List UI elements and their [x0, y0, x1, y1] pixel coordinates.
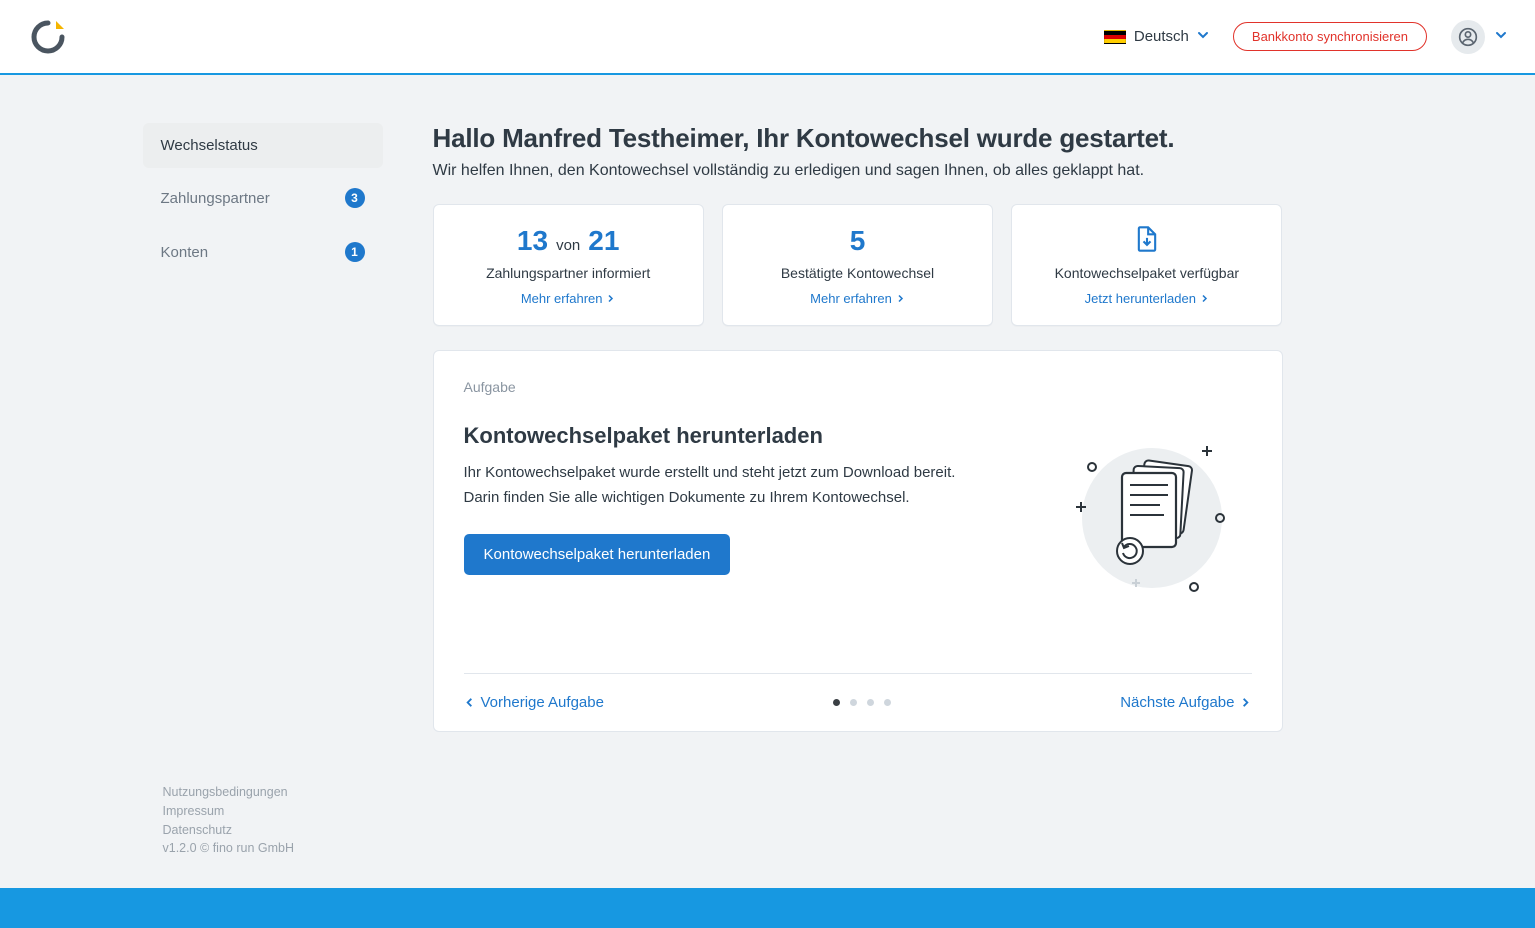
dot-1[interactable]: [833, 699, 840, 706]
stat-card-confirmed: 5 Bestätigte Kontowechsel Mehr erfahren: [722, 204, 993, 326]
page-subtitle: Wir helfen Ihnen, den Kontowechsel volls…: [433, 162, 1283, 180]
chevron-down-icon: [1495, 28, 1507, 45]
main-content: Hallo Manfred Testheimer, Ihr Kontowechs…: [433, 123, 1283, 732]
page-title: Hallo Manfred Testheimer, Ihr Kontowechs…: [433, 123, 1283, 154]
task-nav: Vorherige Aufgabe Nächste Aufgabe: [464, 673, 1252, 711]
task-title: Kontowechselpaket herunterladen: [464, 423, 1012, 449]
stat-label: Kontowechselpaket verfügbar: [1022, 265, 1271, 281]
stat-number: 5: [850, 225, 866, 257]
task-pagination-dots: [833, 699, 891, 706]
avatar: [1451, 20, 1485, 54]
stat-of-word: von: [556, 237, 580, 254]
flag-de-icon: [1104, 30, 1126, 44]
chevron-right-icon: [1240, 697, 1251, 708]
link-terms[interactable]: Nutzungsbedingungen: [163, 783, 383, 802]
task-desc-2: Darin finden Sie alle wichtigen Dokument…: [464, 486, 1012, 509]
task-desc-1: Ihr Kontowechselpaket wurde erstellt und…: [464, 461, 1012, 484]
sidebar-item-wechselstatus[interactable]: Wechselstatus: [143, 123, 383, 168]
link-privacy[interactable]: Datenschutz: [163, 821, 383, 840]
language-label: Deutsch: [1134, 28, 1189, 45]
stat-link-download[interactable]: Jetzt herunterladen: [1085, 291, 1209, 306]
task-card: Aufgabe Kontowechselpaket herunterladen …: [433, 350, 1283, 732]
logo: [28, 17, 68, 57]
chevron-right-icon: [896, 294, 905, 303]
stat-card-package: Kontowechselpaket verfügbar Jetzt herunt…: [1011, 204, 1282, 326]
version-text: v1.2.0 © fino run GmbH: [163, 839, 383, 858]
dot-4[interactable]: [884, 699, 891, 706]
stat-label: Zahlungspartner informiert: [444, 265, 693, 281]
stat-label: Bestätigte Kontowechsel: [733, 265, 982, 281]
topbar: Deutsch Bankkonto synchronisieren: [0, 0, 1535, 75]
task-section-label: Aufgabe: [464, 379, 1252, 395]
chevron-left-icon: [464, 697, 475, 708]
chevron-right-icon: [606, 294, 615, 303]
sidebar: Wechselstatus Zahlungspartner 3 Konten 1: [143, 123, 383, 363]
stat-card-partners-informed: 13 von 21 Zahlungspartner informiert Meh…: [433, 204, 704, 326]
sidebar-badge: 1: [345, 242, 365, 262]
language-selector[interactable]: Deutsch: [1104, 28, 1209, 45]
sidebar-item-zahlungspartner[interactable]: Zahlungspartner 3: [143, 174, 383, 222]
footer-bar: [0, 888, 1535, 928]
dot-2[interactable]: [850, 699, 857, 706]
chevron-down-icon: [1197, 28, 1209, 45]
stat-link-more[interactable]: Mehr erfahren: [521, 291, 616, 306]
documents-illustration: [1052, 423, 1252, 613]
chevron-right-icon: [1200, 294, 1209, 303]
download-package-button[interactable]: Kontowechselpaket herunterladen: [464, 534, 731, 575]
stat-number-total: 21: [588, 225, 619, 257]
download-file-icon: [1022, 225, 1271, 257]
prev-task-button[interactable]: Vorherige Aufgabe: [464, 694, 604, 711]
sidebar-item-konten[interactable]: Konten 1: [143, 228, 383, 276]
link-imprint[interactable]: Impressum: [163, 802, 383, 821]
sidebar-item-label: Konten: [161, 244, 209, 261]
next-task-button[interactable]: Nächste Aufgabe: [1120, 694, 1251, 711]
user-menu[interactable]: [1451, 20, 1507, 54]
stats-row: 13 von 21 Zahlungspartner informiert Meh…: [433, 204, 1283, 326]
legal-footer: Nutzungsbedingungen Impressum Datenschut…: [143, 363, 383, 858]
dot-3[interactable]: [867, 699, 874, 706]
stat-link-more[interactable]: Mehr erfahren: [810, 291, 905, 306]
sync-account-button[interactable]: Bankkonto synchronisieren: [1233, 22, 1427, 51]
sidebar-badge: 3: [345, 188, 365, 208]
sidebar-item-label: Wechselstatus: [161, 137, 258, 154]
stat-number-done: 13: [517, 225, 548, 257]
sidebar-item-label: Zahlungspartner: [161, 190, 270, 207]
